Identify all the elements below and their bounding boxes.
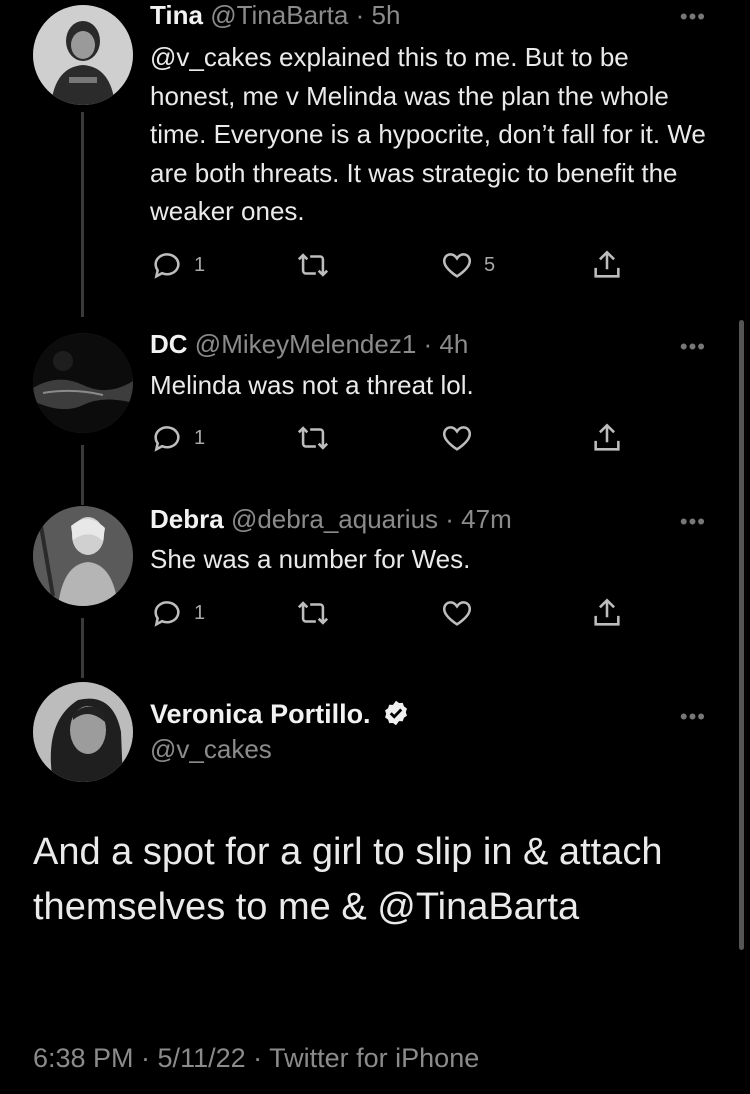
like-button[interactable]: 5 [440, 245, 495, 285]
share-button[interactable] [590, 245, 624, 285]
more-options-icon[interactable]: ••• [680, 511, 706, 533]
like-button[interactable] [440, 418, 474, 458]
main-tweet-text: And a spot for a girl to slip in & attac… [33, 831, 663, 928]
avatar-dc[interactable] [33, 333, 133, 433]
share-icon [594, 423, 620, 451]
tweet-time[interactable]: 47m [461, 504, 512, 534]
tweet-time[interactable]: 4h [439, 329, 468, 359]
like-button[interactable] [440, 593, 474, 633]
tweet-actions: 1 [150, 418, 630, 458]
reply-count: 1 [194, 253, 206, 276]
reply-count: 1 [194, 426, 206, 449]
author-handle[interactable]: @v_cakes [150, 734, 272, 764]
tweet-timestamp: 6:38 PM · 5/11/22 · Twitter for iPhone [33, 1043, 480, 1073]
avatar-veronica-image [33, 682, 133, 782]
author-handle[interactable]: @debra_aquarius [231, 504, 438, 534]
tweet-text: Melinda was not a threat lol. [150, 370, 474, 400]
reply-button[interactable]: 1 [150, 245, 205, 285]
tweet-header: DC @MikeyMelendez1 · 4h [150, 328, 468, 360]
verified-badge-icon [382, 699, 410, 734]
author-name[interactable]: Debra [150, 504, 224, 534]
main-tweet-handle-row: @v_cakes [150, 733, 272, 765]
retweet-icon [297, 601, 329, 625]
tweet-time[interactable]: 5h [372, 0, 401, 30]
more-options-icon[interactable]: ••• [680, 6, 706, 28]
avatar-tina[interactable] [33, 5, 133, 105]
tweet-text: She was a number for Wes. [150, 544, 471, 574]
tweet-actions: 1 5 [150, 245, 630, 285]
retweet-icon [297, 426, 329, 450]
like-icon [442, 426, 472, 451]
share-icon [594, 250, 620, 278]
more-options-icon[interactable]: ••• [680, 336, 706, 358]
like-icon [442, 601, 472, 626]
tweet-header: Tina @TinaBarta · 5h [150, 0, 400, 31]
tweet-header: Debra @debra_aquarius · 47m [150, 503, 512, 535]
thread-line [81, 112, 84, 317]
thread-line [81, 445, 84, 505]
avatar-dc-image [33, 333, 133, 433]
main-tweet-header: Veronica Portillo. [150, 698, 410, 734]
like-icon [442, 253, 472, 278]
reply-button[interactable]: 1 [150, 593, 205, 633]
author-name[interactable]: Tina [150, 0, 203, 30]
author-name[interactable]: Veronica Portillo. [150, 699, 371, 729]
retweet-button[interactable] [295, 418, 331, 458]
author-handle[interactable]: @MikeyMelendez1 [195, 329, 416, 359]
retweet-button[interactable] [295, 593, 331, 633]
avatar-debra[interactable] [33, 506, 133, 606]
scrollbar[interactable] [739, 320, 744, 950]
avatar-tina-image [33, 5, 133, 105]
avatar-debra-image [33, 506, 133, 606]
retweet-icon [297, 253, 329, 277]
retweet-button[interactable] [295, 245, 331, 285]
separator: · [445, 504, 454, 534]
reply-icon [154, 253, 180, 279]
author-name[interactable]: DC [150, 329, 188, 359]
separator: · [423, 329, 433, 359]
tweet-text: @v_cakes explained this to me. But to be… [150, 42, 706, 226]
thread-line [81, 618, 84, 678]
reply-icon [154, 426, 180, 452]
tweet-actions: 1 [150, 593, 630, 633]
author-handle[interactable]: @TinaBarta [210, 0, 348, 30]
avatar-veronica[interactable] [33, 682, 133, 782]
reply-icon [154, 601, 180, 627]
reply-button[interactable]: 1 [150, 418, 205, 458]
like-count: 5 [484, 253, 496, 276]
separator: · [355, 0, 365, 30]
reply-count: 1 [194, 601, 206, 624]
more-options-icon[interactable]: ••• [680, 706, 706, 728]
share-icon [594, 598, 620, 626]
share-button[interactable] [590, 593, 624, 633]
share-button[interactable] [590, 418, 624, 458]
